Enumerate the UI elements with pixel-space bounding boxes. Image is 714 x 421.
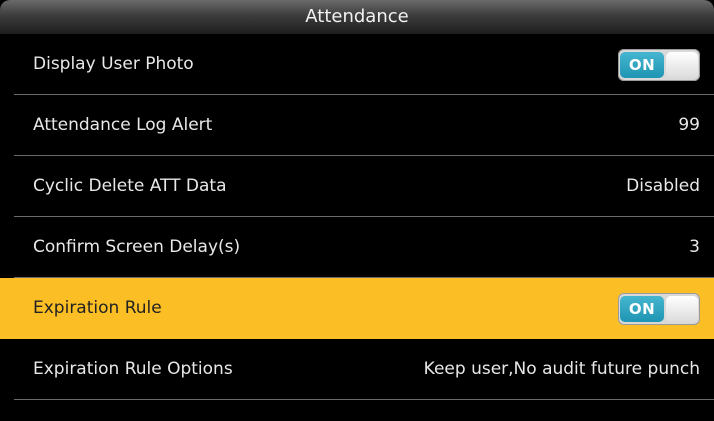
attendance-screen: Attendance Display User Photo ON Attenda… [0,0,714,421]
setting-row-confirm-screen-delay[interactable]: Confirm Screen Delay(s) 3 [0,217,714,278]
setting-label: Attendance Log Alert [33,115,213,135]
row-divider [14,399,714,400]
toggle-knob [666,296,698,322]
setting-value: Disabled [626,176,700,196]
setting-row-attendance-log-alert[interactable]: Attendance Log Alert 99 [0,95,714,156]
setting-value: Keep user,No audit future punch [423,359,700,379]
toggle-knob [666,52,698,78]
display-user-photo-toggle[interactable]: ON [618,49,700,81]
toggle-on-label: ON [620,52,664,78]
setting-row-display-user-photo[interactable]: Display User Photo ON [0,34,714,95]
setting-value: 3 [689,237,700,257]
setting-label: Expiration Rule [33,298,162,318]
setting-row-expiration-rule[interactable]: Expiration Rule ON [0,278,714,339]
setting-label: Expiration Rule Options [33,359,233,379]
setting-value: 99 [678,115,700,135]
expiration-rule-toggle[interactable]: ON [618,293,700,325]
setting-row-cyclic-delete-att-data[interactable]: Cyclic Delete ATT Data Disabled [0,156,714,217]
page-title: Attendance [0,0,714,34]
settings-list: Display User Photo ON Attendance Log Ale… [0,34,714,400]
setting-label: Confirm Screen Delay(s) [33,237,241,257]
setting-label: Display User Photo [33,54,194,74]
toggle-on-label: ON [620,296,664,322]
setting-row-expiration-rule-options[interactable]: Expiration Rule Options Keep user,No aud… [0,339,714,400]
setting-label: Cyclic Delete ATT Data [33,176,227,196]
